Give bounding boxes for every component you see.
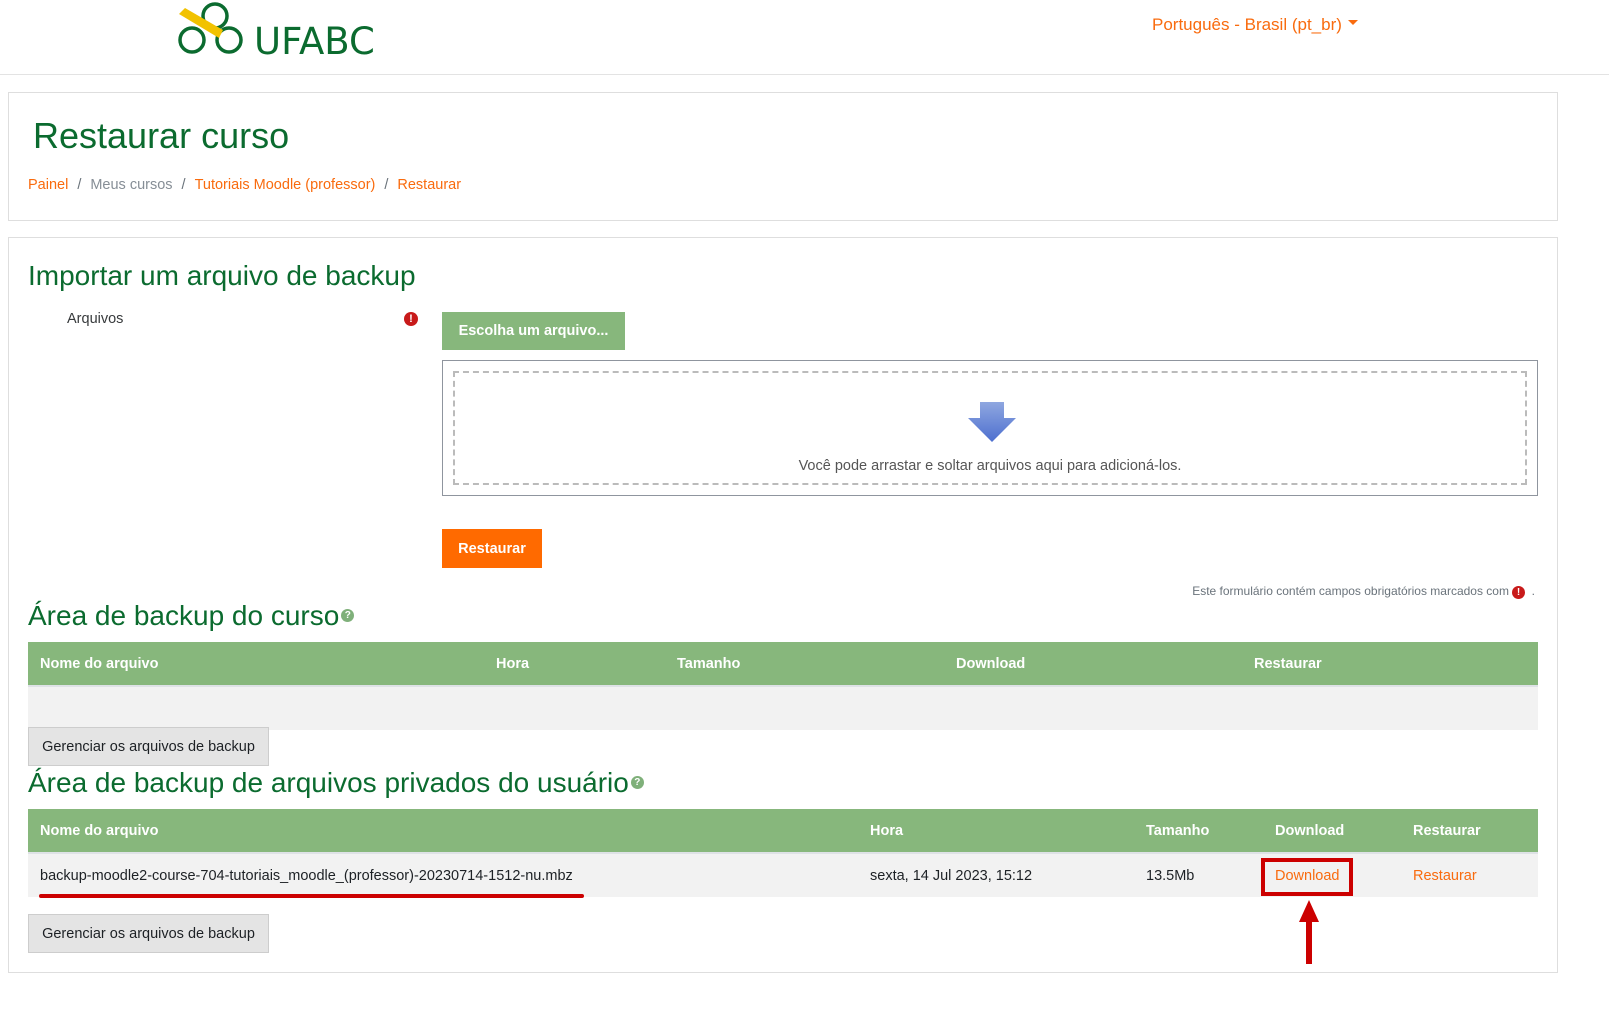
ufabc-logo[interactable]: UFABC xyxy=(177,0,377,63)
column-filename: Nome do arquivo xyxy=(28,642,484,687)
required-note-suffix: . xyxy=(1531,584,1535,598)
dropzone-text: Você pode arrastar e soltar arquivos aqu… xyxy=(798,458,1182,474)
column-size: Tamanho xyxy=(1134,809,1263,854)
empty-row xyxy=(28,686,1538,730)
choose-file-button[interactable]: Escolha um arquivo... xyxy=(442,312,625,350)
down-arrow-icon xyxy=(968,402,1016,442)
user-backup-heading-text: Área de backup de arquivos privados do u… xyxy=(28,767,629,798)
breadcrumb-separator: / xyxy=(77,177,82,193)
help-icon[interactable]: ? xyxy=(341,609,355,623)
restore-cell: Restaurar xyxy=(1401,853,1538,897)
file-picker[interactable]: Você pode arrastar e soltar arquivos aqu… xyxy=(442,360,1538,496)
time-cell: sexta, 14 Jul 2023, 15:12 xyxy=(858,853,1134,897)
page-title: Restaurar curso xyxy=(33,115,290,156)
manage-course-backups-button[interactable]: Gerenciar os arquivos de backup xyxy=(28,727,269,766)
language-selector[interactable]: Português - Brasil (pt_br) xyxy=(1152,15,1358,35)
course-backup-table: Nome do arquivo Hora Tamanho Download Re… xyxy=(28,642,1538,730)
column-time: Hora xyxy=(484,642,665,687)
column-filename: Nome do arquivo xyxy=(28,809,858,854)
breadcrumb-course[interactable]: Tutoriais Moodle (professor) xyxy=(195,177,376,193)
files-label: Arquivos xyxy=(67,311,124,327)
column-download: Download xyxy=(944,642,1242,687)
column-download: Download xyxy=(1263,809,1401,854)
required-fields-note: Este formulário contém campos obrigatóri… xyxy=(1192,584,1535,599)
restore-link[interactable]: Restaurar xyxy=(1413,868,1477,884)
dropzone[interactable]: Você pode arrastar e soltar arquivos aqu… xyxy=(453,371,1527,485)
size-cell: 13.5Mb xyxy=(1134,853,1263,897)
breadcrumb-painel[interactable]: Painel xyxy=(28,177,68,193)
logo-emblem-icon xyxy=(178,2,243,54)
breadcrumb-meus-cursos: Meus cursos xyxy=(90,177,173,193)
table-header-row: Nome do arquivo Hora Tamanho Download Re… xyxy=(28,642,1538,687)
breadcrumb-restaurar[interactable]: Restaurar xyxy=(397,177,461,193)
user-backup-heading: Área de backup de arquivos privados do u… xyxy=(28,767,644,799)
column-size: Tamanho xyxy=(665,642,944,687)
table-header-row: Nome do arquivo Hora Tamanho Download Re… xyxy=(28,809,1538,854)
course-backup-heading-text: Área de backup do curso xyxy=(28,600,340,631)
course-backup-heading: Área de backup do curso? xyxy=(28,600,355,632)
help-icon[interactable]: ? xyxy=(630,776,644,790)
language-label: Português - Brasil (pt_br) xyxy=(1152,15,1342,34)
page-header: Restaurar curso Painel / Meus cursos / Tutor… xyxy=(8,92,1558,221)
navbar: UFABC Português - Brasil (pt_br) xyxy=(0,0,1609,75)
column-time: Hora xyxy=(858,809,1134,854)
breadcrumb-separator: / xyxy=(384,177,389,193)
annotation-underline xyxy=(39,894,584,898)
breadcrumb: Painel / Meus cursos / Tutoriais Moodle (pro… xyxy=(28,177,461,193)
breadcrumb-separator: / xyxy=(181,177,186,193)
caret-down-icon xyxy=(1347,20,1358,26)
required-note-text: Este formulário contém campos obrigatóri… xyxy=(1192,584,1509,598)
column-restore: Restaurar xyxy=(1242,642,1538,687)
logo-text: UFABC xyxy=(254,20,375,63)
required-icon: ! xyxy=(1511,586,1525,599)
import-heading: Importar um arquivo de backup xyxy=(28,260,416,291)
restore-button[interactable]: Restaurar xyxy=(442,529,542,568)
manage-user-backups-button[interactable]: Gerenciar os arquivos de backup xyxy=(28,914,269,953)
required-icon: ! xyxy=(404,312,418,326)
annotation-highlight-box xyxy=(1261,858,1353,896)
column-restore: Restaurar xyxy=(1401,809,1538,854)
filename-cell: backup-moodle2-course-704-tutoriais_mood… xyxy=(28,853,858,897)
annotation-arrow-up-icon xyxy=(1299,900,1319,964)
